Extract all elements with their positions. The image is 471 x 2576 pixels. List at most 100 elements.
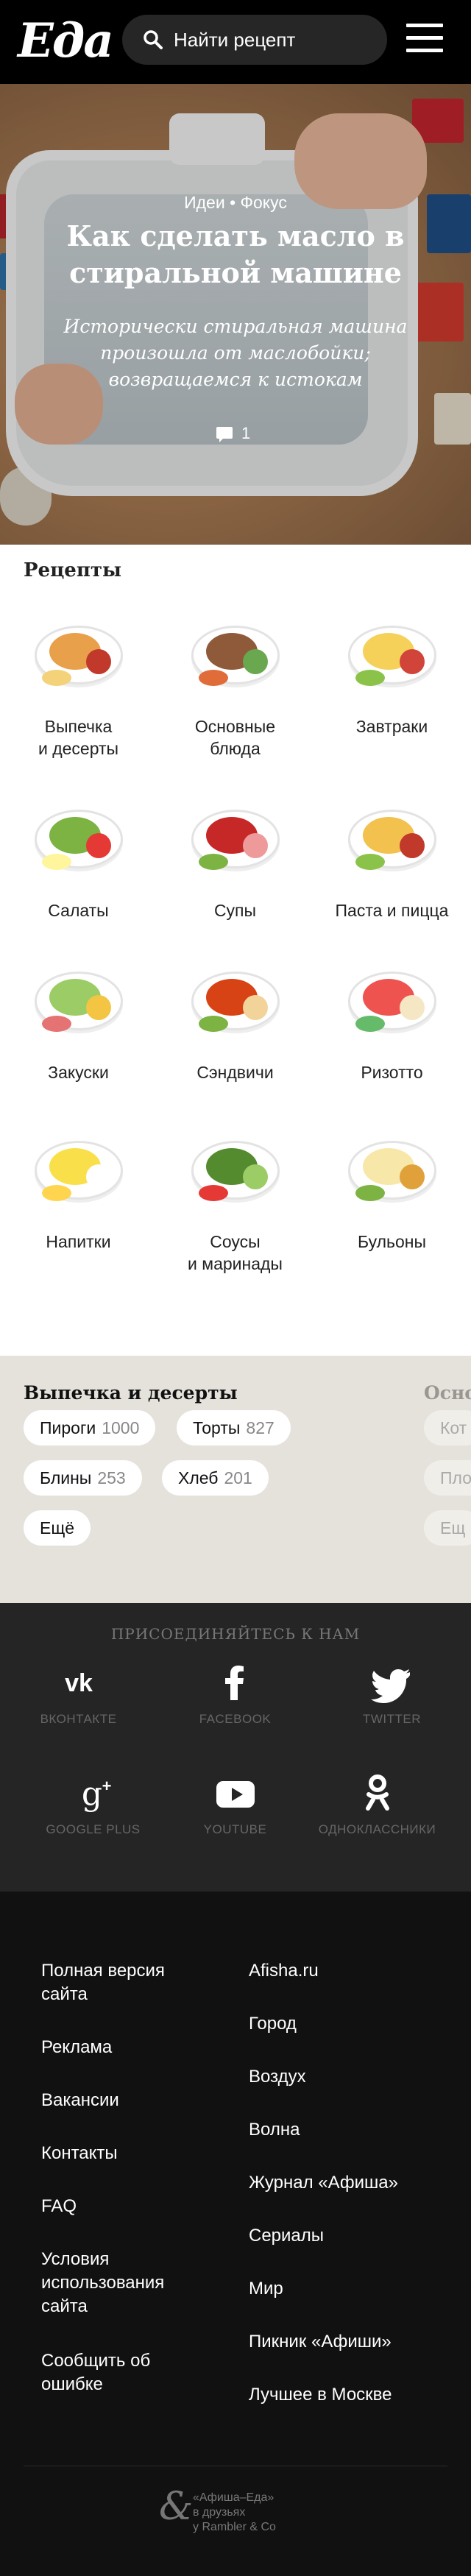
social-link[interactable]: TWITTER	[314, 1662, 470, 1727]
social-link[interactable]: ОДНОКЛАССНИКИ	[299, 1772, 456, 1837]
food-shape	[242, 833, 268, 858]
footer-link[interactable]: Воздух	[249, 2065, 306, 2089]
recipe-category-label: Напитки	[46, 1232, 111, 1251]
vk-icon: vk	[55, 1662, 102, 1703]
food-shape	[85, 1164, 111, 1189]
tag-name: Торты	[193, 1418, 241, 1437]
recipe-category-label: Соусы и маринады	[188, 1232, 283, 1273]
social-link[interactable]: YOUTUBE	[157, 1772, 314, 1837]
social-block: ПРИСОЕДИНЯЙТЕСЬ К НАМ vk ВКОНТАКТЕ FACEBOO…	[0, 1603, 471, 1892]
tag-count: 1000	[102, 1418, 140, 1437]
food-shape	[198, 854, 228, 870]
tag-pill[interactable]: Хлеб 201	[162, 1460, 269, 1496]
footer-link[interactable]: Волна	[249, 2118, 300, 2142]
food-shape	[198, 1016, 228, 1032]
recipe-category-label: Сэндвичи	[196, 1063, 274, 1082]
food-shape	[41, 1016, 71, 1032]
footer-link[interactable]: Контакты	[41, 2142, 118, 2165]
site-footer: & «Афиша–Еда» в друзьях у Rambler & Co П…	[0, 1892, 471, 2576]
social-link-label: YOUTUBE	[203, 1822, 267, 1836]
hero-lead: Исторически стиральная машина произошла …	[63, 316, 408, 390]
footer-link[interactable]: FAQ	[41, 2195, 77, 2218]
main-dish-icon	[184, 604, 287, 707]
menu-icon[interactable]	[406, 22, 443, 54]
rambler-ampersand-logo: &	[159, 2485, 194, 2529]
hero-title[interactable]: Как сделать масло в стиральной машине	[29, 218, 442, 291]
recipe-category[interactable]: Сэндвичи	[157, 949, 314, 1083]
odnoklassniki-icon	[354, 1772, 401, 1814]
social-link-label: GOOGLE PLUS	[46, 1822, 141, 1836]
hero-breadcrumbs[interactable]: Идеи • Фокус	[0, 193, 471, 213]
site-header: Еда Найти рецепт	[0, 0, 471, 84]
search-button[interactable]: Найти рецепт	[122, 15, 387, 65]
recipe-category[interactable]: Основные блюда	[157, 604, 314, 760]
google-plus-icon: g +	[70, 1772, 117, 1814]
sauces-icon	[184, 1119, 287, 1222]
broth-icon	[341, 1119, 444, 1222]
recipe-category[interactable]: Ризотто	[314, 949, 470, 1083]
site-logo[interactable]: Еда	[18, 18, 114, 65]
social-link-label: TWITTER	[362, 1712, 422, 1726]
next-tag-pill[interactable]: Ещ	[424, 1510, 471, 1546]
risotto-icon	[341, 949, 444, 1052]
tag-pill[interactable]: Торты 827	[177, 1410, 291, 1446]
footer-link[interactable]: Пикник «Афиши»	[249, 2330, 392, 2354]
social-link-label: ВКОНТАКТЕ	[40, 1712, 117, 1726]
recipe-category[interactable]: Соусы и маринады	[157, 1119, 314, 1275]
footer-link[interactable]: Реклама	[41, 2036, 112, 2059]
footer-link[interactable]: Afisha.ru	[249, 1959, 319, 1983]
footer-link[interactable]: Мир	[249, 2277, 283, 2301]
recipes-section-title: Рецепты	[24, 559, 122, 581]
recipe-category[interactable]: Бульоны	[314, 1119, 470, 1253]
social-link[interactable]: vk ВКОНТАКТЕ	[0, 1662, 157, 1727]
food-shape	[198, 670, 228, 686]
recipe-category[interactable]: Закуски	[0, 949, 157, 1083]
partner-text[interactable]: «Афиша–Еда» в друзьях у Rambler & Co	[193, 2491, 276, 2535]
food-shape	[85, 649, 111, 674]
recipe-category[interactable]: Выпечка и десерты	[0, 604, 157, 760]
tags-next-title[interactable]: Основ	[424, 1382, 471, 1404]
tag-name: Пироги	[40, 1418, 96, 1437]
sandwich-icon	[184, 949, 287, 1052]
footer-link[interactable]: Сериалы	[249, 2224, 324, 2248]
recipe-category-label: Супы	[213, 901, 257, 920]
search-icon	[144, 30, 163, 49]
social-link[interactable]: FACEBOOK	[157, 1662, 314, 1727]
comments-count[interactable]: 1	[216, 422, 261, 445]
recipe-category-label: Ризотто	[361, 1063, 423, 1082]
food-shape	[242, 1164, 268, 1189]
next-tag-pill[interactable]: Пло	[424, 1460, 471, 1496]
svg-text:g: g	[81, 1775, 102, 1813]
tag-name: Блины	[40, 1468, 92, 1487]
footer-link[interactable]: Лучшее в Москве	[249, 2383, 392, 2407]
recipe-category[interactable]: Супы	[157, 788, 314, 921]
tags-block-title[interactable]: Выпечка и десерты	[24, 1382, 238, 1404]
comment-icon	[216, 427, 233, 442]
comments-number: 1	[241, 424, 251, 442]
twitter-icon	[369, 1662, 416, 1703]
svg-text:+: +	[102, 1777, 111, 1795]
footer-link[interactable]: Журнал «Афиша»	[249, 2171, 398, 2195]
food-shape	[85, 995, 111, 1020]
recipe-category[interactable]: Салаты	[0, 788, 157, 921]
footer-link[interactable]: Сообщить об ошибке	[41, 2349, 150, 2396]
tag-pill[interactable]: Пироги 1000	[24, 1410, 156, 1446]
recipe-category-label: Выпечка и десерты	[38, 717, 119, 758]
recipe-category[interactable]: Завтраки	[314, 604, 470, 737]
recipe-category[interactable]: Паста и пицца	[314, 788, 470, 921]
recipe-category-label: Основные блюда	[194, 717, 276, 758]
food-shape	[41, 670, 71, 686]
featured-article[interactable]: Идеи • Фокус Как сделать масло в стираль…	[0, 84, 471, 545]
footer-link[interactable]: Условия использования сайта	[41, 2248, 164, 2318]
recipe-category[interactable]: Напитки	[0, 1119, 157, 1253]
food-shape	[399, 649, 425, 674]
footer-link[interactable]: Полная версия сайта	[41, 1959, 165, 2006]
tag-pill[interactable]: Блины 253	[24, 1460, 142, 1496]
footer-link[interactable]: Вакансии	[41, 2089, 119, 2112]
social-link[interactable]: g + GOOGLE PLUS	[15, 1772, 171, 1837]
more-tags-button[interactable]: Ещё	[24, 1510, 91, 1546]
svg-text:vk: vk	[65, 1669, 93, 1697]
next-tag-pill[interactable]: Кот	[424, 1410, 471, 1446]
food-shape	[399, 995, 425, 1020]
footer-link[interactable]: Город	[249, 2012, 297, 2036]
